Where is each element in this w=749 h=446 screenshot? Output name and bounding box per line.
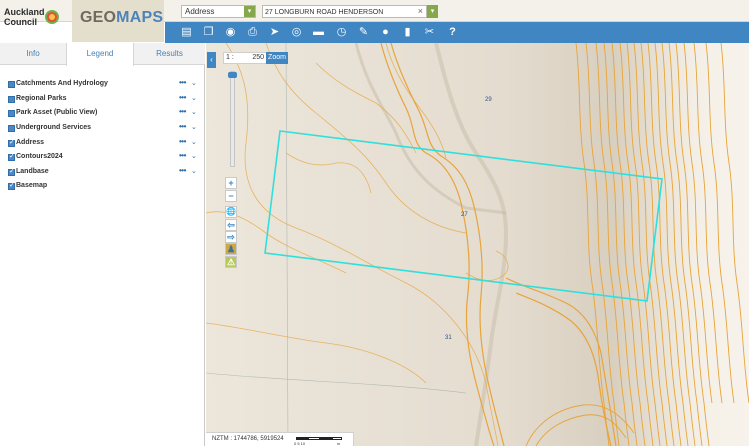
chevron-down-icon[interactable]: ⌄ (191, 123, 197, 131)
layer-checkbox[interactable] (8, 125, 15, 132)
layer-item[interactable]: Basemap (8, 181, 200, 193)
layers-copy-icon[interactable]: ❐ (201, 25, 216, 40)
scale-value[interactable]: 250 (252, 54, 264, 61)
more-options-icon[interactable]: ••• (179, 151, 186, 160)
layer-item[interactable]: Catchments And Hydrology ••• ⌄ (8, 78, 200, 91)
scale-prefix: 1 : (226, 54, 234, 61)
layer-name: Regional Parks (16, 95, 67, 102)
place-pin-icon[interactable]: ● (378, 25, 393, 40)
more-options-icon[interactable]: ••• (179, 122, 186, 131)
zoom-in-button[interactable]: + (225, 177, 237, 189)
more-options-icon[interactable]: ••• (179, 93, 186, 102)
locate-target-icon[interactable]: ◎ (289, 25, 304, 40)
zoom-out-button[interactable]: − (225, 190, 237, 202)
layer-name: Park Asset (Public View) (16, 109, 98, 116)
layer-item[interactable]: Underground Services ••• ⌄ (8, 122, 200, 135)
layer-item[interactable]: Park Asset (Public View) ••• ⌄ (8, 107, 200, 120)
parcel-number-label: 31 (445, 335, 452, 341)
logo-line1: Auckland (4, 7, 45, 17)
layer-checkbox[interactable] (8, 81, 15, 88)
more-options-icon[interactable]: ••• (179, 166, 186, 175)
collapse-panel-button[interactable]: ‹ (207, 52, 216, 68)
app-name: GEOMAPS (80, 9, 164, 26)
layer-name: Contours2024 (16, 153, 63, 160)
chevron-down-icon[interactable]: ⌄ (191, 79, 197, 87)
view-eye-icon[interactable]: ◉ (223, 25, 238, 40)
previous-extent-icon[interactable]: ⇦ (225, 219, 237, 231)
chevron-down-icon[interactable]: ⌄ (191, 167, 197, 175)
bookmark-icon[interactable]: ▮ (400, 25, 415, 40)
layer-checkbox[interactable] (8, 96, 15, 103)
coordinates-bar: NZTM : 1744786, 5919524 0 5 10 m (206, 432, 354, 446)
layer-name: Basemap (16, 182, 48, 189)
warning-icon[interactable]: ⚠ (225, 256, 237, 268)
scale-bar-unit: m (337, 441, 341, 446)
layer-checkbox[interactable] (8, 110, 15, 117)
chevron-down-icon[interactable]: ▾ (244, 6, 255, 17)
layer-item[interactable]: Regional Parks ••• ⌄ (8, 93, 200, 106)
draw-pencil-icon[interactable]: ✎ (356, 25, 371, 40)
auckland-council-logo[interactable]: Auckland Council (2, 6, 68, 36)
more-options-icon[interactable]: ••• (179, 78, 186, 87)
chevron-down-icon[interactable]: ⌄ (191, 94, 197, 102)
scale-input[interactable]: 1 : 250 (223, 52, 267, 64)
search-options-button[interactable]: ▾ (427, 5, 438, 18)
chevron-down-icon[interactable]: ⌄ (191, 108, 197, 116)
layer-checkbox[interactable] (8, 167, 15, 176)
select-pointer-icon[interactable]: ➤ (267, 25, 282, 40)
layer-name: Address (16, 139, 45, 146)
layer-name: Landbase (16, 168, 49, 175)
parcel-number-label: 29 (485, 97, 492, 103)
side-panel: Info Legend Results Catchments And Hydro… (0, 43, 205, 446)
panel-tabs: Info Legend Results (0, 43, 205, 66)
next-extent-icon[interactable]: ⇨ (225, 231, 237, 243)
print-icon[interactable]: ⎙ (245, 25, 260, 40)
search-input[interactable] (265, 7, 415, 17)
layer-checkbox[interactable] (8, 138, 15, 147)
map-view[interactable]: 29 27 31 ‹ 1 : 250 Zoom + − 🌐 ⇦ ⇨ ♟ ⚠ NZ… (206, 43, 749, 446)
scale-bar-ticks: 0 5 10 (294, 441, 306, 446)
more-options-icon[interactable]: ••• (179, 107, 186, 116)
layer-checkbox[interactable] (8, 181, 15, 190)
logo-line2: Council (4, 17, 37, 27)
geomaps-brand: GEOMAPS (72, 0, 164, 42)
measure-ruler-icon[interactable]: ▬ (311, 25, 326, 40)
tab-results[interactable]: Results (134, 43, 205, 65)
more-options-icon[interactable]: ••• (179, 137, 186, 146)
contour-map (206, 43, 749, 446)
help-icon[interactable]: ? (445, 25, 460, 40)
zoom-slider[interactable] (228, 71, 237, 167)
layer-name: Catchments And Hydrology (16, 80, 108, 87)
tab-legend[interactable]: Legend (66, 43, 134, 66)
coordinates-readout: NZTM : 1744786, 5919524 (212, 436, 284, 442)
layer-item[interactable]: Landbase ••• ⌄ (8, 166, 200, 179)
map-book-icon[interactable]: ▤ (179, 25, 194, 40)
clear-search-icon[interactable]: × (418, 6, 423, 16)
street-view-icon[interactable]: ♟ (225, 243, 237, 255)
tools-icon[interactable]: ✂ (422, 25, 437, 40)
zoom-slider-handle[interactable] (228, 72, 237, 78)
search-type-value: Address (185, 7, 215, 16)
chevron-down-icon[interactable]: ⌄ (191, 152, 197, 160)
map-toolbar: ▤ ❐ ◉ ⎙ ➤ ◎ ▬ ◷ ✎ ● ▮ ✂ ? (165, 22, 749, 43)
history-clock-icon[interactable]: ◷ (334, 25, 349, 40)
zoom-button[interactable]: Zoom (266, 52, 288, 64)
chevron-down-icon[interactable]: ⌄ (191, 138, 197, 146)
app-header: Auckland Council GEOMAPS Address ▾ × ▾ (0, 0, 749, 42)
layer-name: Underground Services (16, 124, 92, 131)
layer-checkbox[interactable] (8, 152, 15, 161)
layer-item[interactable]: Address ••• ⌄ (8, 137, 200, 150)
globe-icon[interactable]: 🌐 (225, 206, 237, 218)
layer-item[interactable]: Contours2024 ••• ⌄ (8, 151, 200, 164)
tab-info[interactable]: Info (0, 43, 66, 65)
council-flower-icon (45, 10, 59, 24)
search-type-select[interactable]: Address ▾ (181, 5, 256, 18)
parcel-number-label: 27 (461, 212, 468, 218)
search-field[interactable]: × (262, 5, 427, 18)
